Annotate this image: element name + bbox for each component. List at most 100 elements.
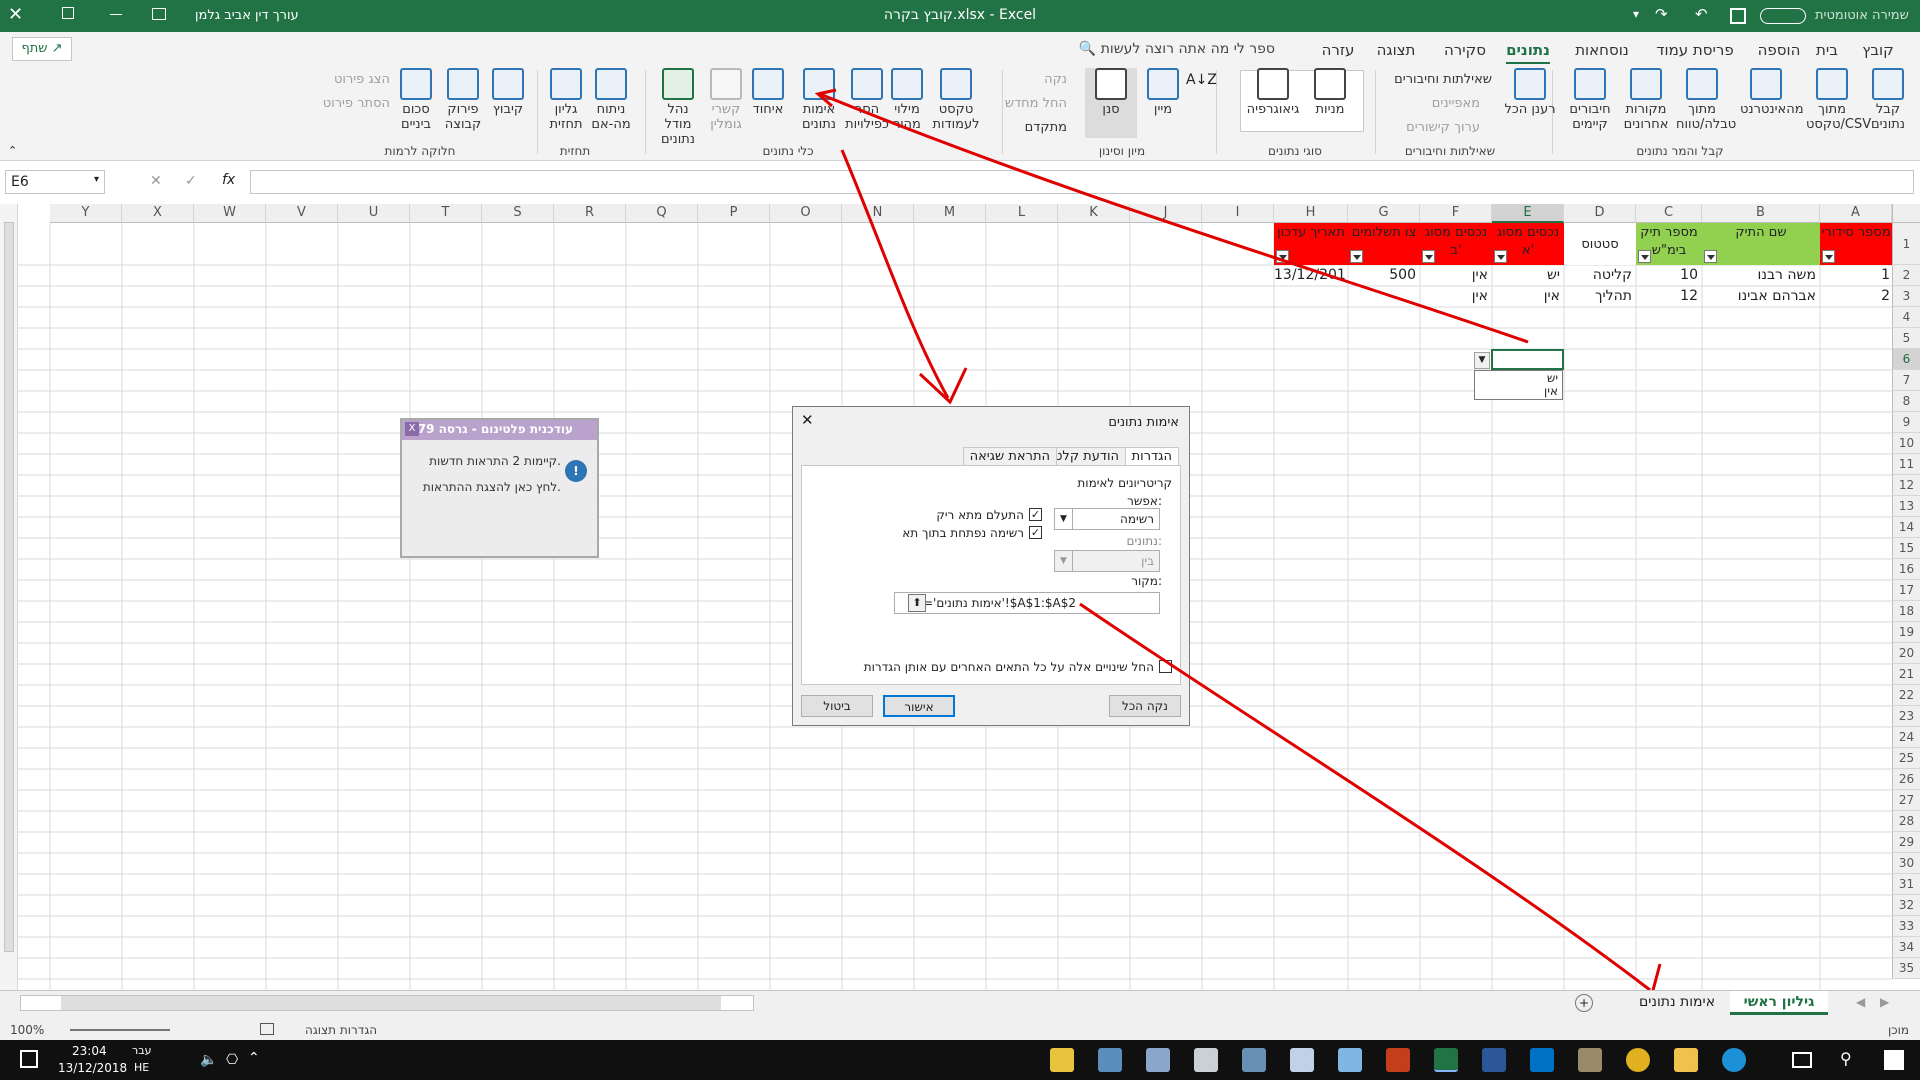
tab-file[interactable]: קובץ — [1862, 41, 1894, 59]
header-cell-a[interactable]: מספר סידורי — [1820, 223, 1892, 265]
cell-e2[interactable]: יש — [1492, 265, 1560, 285]
row-header-29[interactable]: 29 — [1892, 832, 1920, 853]
volume-icon[interactable]: 🔈 — [200, 1052, 217, 1068]
scroll-thumb[interactable] — [4, 222, 14, 952]
source-input[interactable]: ='אימות נתונים'!$A$1:$A$2 — [894, 592, 1160, 614]
enter-icon[interactable]: ✓ — [185, 173, 197, 189]
autosave-toggle[interactable] — [1760, 8, 1806, 24]
header-cell-e[interactable]: נכסים מסוג א' — [1492, 223, 1564, 265]
column-header-i[interactable]: I — [1202, 204, 1274, 223]
tab-view[interactable]: תצוגה — [1377, 41, 1416, 59]
tab-input-message[interactable]: הודעת קלט — [1047, 447, 1126, 466]
search-icon[interactable]: ⚲ — [1840, 1049, 1852, 1068]
column-header-w[interactable]: W — [194, 204, 266, 223]
notes-icon[interactable] — [1338, 1048, 1362, 1072]
filter-dropdown-icon[interactable] — [1350, 250, 1363, 263]
cancel-icon[interactable]: ✕ — [150, 173, 162, 189]
properties-button[interactable]: מאפיינים — [1432, 96, 1480, 111]
tab-formulas[interactable]: נוסחאות — [1575, 41, 1629, 59]
row-header-18[interactable]: 18 — [1892, 601, 1920, 622]
tab-settings[interactable]: הגדרות — [1124, 447, 1179, 466]
share-button[interactable]: שתף ↗ — [12, 37, 72, 61]
paint-icon[interactable] — [1194, 1048, 1218, 1072]
insert-function-icon[interactable]: fx — [222, 172, 235, 188]
column-header-j[interactable]: J — [1130, 204, 1202, 223]
row-header-12[interactable]: 12 — [1892, 475, 1920, 496]
in-cell-dropdown-arrow[interactable]: ▼ — [1474, 352, 1490, 369]
row-header-24[interactable]: 24 — [1892, 727, 1920, 748]
ungroup-button[interactable]: פירוק קבוצה — [438, 68, 488, 132]
from-table-button[interactable]: מתוך טבלה/טווח — [1676, 68, 1736, 132]
column-header-b[interactable]: B — [1702, 204, 1820, 223]
language-code[interactable]: HE — [134, 1061, 149, 1074]
filter-dropdown-icon[interactable] — [1494, 250, 1507, 263]
cell-f2[interactable]: אין — [1420, 265, 1488, 285]
hide-detail-button[interactable]: הסתר פירוט — [323, 96, 390, 111]
tab-error-alert[interactable]: התראת שגיאה — [962, 447, 1057, 466]
filter-dropdown-icon[interactable] — [1822, 250, 1835, 263]
geography-button[interactable]: גיאוגרפיה — [1244, 68, 1302, 117]
show-detail-button[interactable]: הצג פירוט — [334, 72, 390, 87]
qat-customize-icon[interactable]: ▾ — [1633, 7, 1639, 21]
filter-dropdown-icon[interactable] — [1422, 250, 1435, 263]
column-header-x[interactable]: X — [122, 204, 194, 223]
row-header-19[interactable]: 19 — [1892, 622, 1920, 643]
clock-date[interactable]: 13/12/2018 — [58, 1061, 127, 1075]
start-windows-icon[interactable] — [1884, 1050, 1904, 1070]
dropdown-option-no[interactable]: אין — [1475, 385, 1562, 398]
row-header-14[interactable]: 14 — [1892, 517, 1920, 538]
group-rows-button[interactable]: קיבוץ — [484, 68, 532, 117]
cell-d3[interactable]: תהליך — [1564, 286, 1632, 306]
formula-input[interactable] — [250, 170, 1914, 194]
select-all-corner[interactable] — [1892, 204, 1920, 223]
save-icon[interactable] — [1730, 8, 1746, 24]
tray-expand-icon[interactable]: ⌃ — [248, 1050, 260, 1066]
row-header-21[interactable]: 21 — [1892, 664, 1920, 685]
apply-all-checkbox[interactable] — [1159, 660, 1172, 673]
monitor-icon[interactable] — [1146, 1048, 1170, 1072]
row-header-23[interactable]: 23 — [1892, 706, 1920, 727]
row-header-30[interactable]: 30 — [1892, 853, 1920, 874]
cell-d2[interactable]: קליטה — [1564, 265, 1632, 285]
horizontal-scrollbar[interactable] — [20, 995, 754, 1011]
redo-icon[interactable]: ↷ — [1655, 5, 1668, 23]
column-header-o[interactable]: O — [770, 204, 842, 223]
cell-b2[interactable]: משה רבנו — [1702, 265, 1816, 285]
row-header-27[interactable]: 27 — [1892, 790, 1920, 811]
row-header-34[interactable]: 34 — [1892, 937, 1920, 958]
row-header-31[interactable]: 31 — [1892, 874, 1920, 895]
incell-dropdown-checkbox[interactable]: ✓ — [1029, 526, 1042, 539]
tab-insert[interactable]: הוספה — [1758, 41, 1801, 59]
tab-page-layout[interactable]: פריסת עמוד — [1656, 41, 1733, 59]
sort-button[interactable]: מיין — [1137, 68, 1189, 117]
notification-popup[interactable]: עודכנית פלטינום - גרסה 1.79 X ! קיימות 2… — [400, 418, 599, 558]
column-header-q[interactable]: Q — [626, 204, 698, 223]
column-header-t[interactable]: T — [410, 204, 482, 223]
mail-icon[interactable] — [1242, 1048, 1266, 1072]
row-header-22[interactable]: 22 — [1892, 685, 1920, 706]
column-header-s[interactable]: S — [482, 204, 554, 223]
clear-all-button[interactable]: נקה הכל — [1109, 695, 1181, 717]
column-header-e[interactable]: E — [1492, 204, 1564, 223]
cancel-button[interactable]: ביטול — [801, 695, 873, 717]
row-header-9[interactable]: 9 — [1892, 412, 1920, 433]
column-header-f[interactable]: F — [1420, 204, 1492, 223]
cell-f3[interactable]: אין — [1420, 286, 1488, 306]
row-header-17[interactable]: 17 — [1892, 580, 1920, 601]
relationships-button[interactable]: קשרי גומלין — [704, 68, 748, 132]
row-header-15[interactable]: 15 — [1892, 538, 1920, 559]
advanced-filter-button[interactable]: מתקדם — [1025, 120, 1067, 135]
allow-select[interactable]: רשימה ▼ — [1054, 508, 1160, 530]
cell-e3[interactable]: אין — [1492, 286, 1560, 306]
filter-button[interactable]: סנן — [1085, 68, 1137, 138]
stocks-button[interactable]: מניות — [1304, 68, 1356, 117]
column-header-l[interactable]: L — [986, 204, 1058, 223]
column-header-v[interactable]: V — [266, 204, 338, 223]
ignore-blank-checkbox[interactable]: ✓ — [1029, 508, 1042, 521]
network-icon[interactable]: ⎔ — [226, 1052, 238, 1068]
row-header-13[interactable]: 13 — [1892, 496, 1920, 517]
undo-icon[interactable]: ↶ — [1695, 5, 1708, 23]
close-icon[interactable]: ✕ — [801, 411, 814, 429]
notepad-icon[interactable] — [1290, 1048, 1314, 1072]
row-header-5[interactable]: 5 — [1892, 328, 1920, 349]
